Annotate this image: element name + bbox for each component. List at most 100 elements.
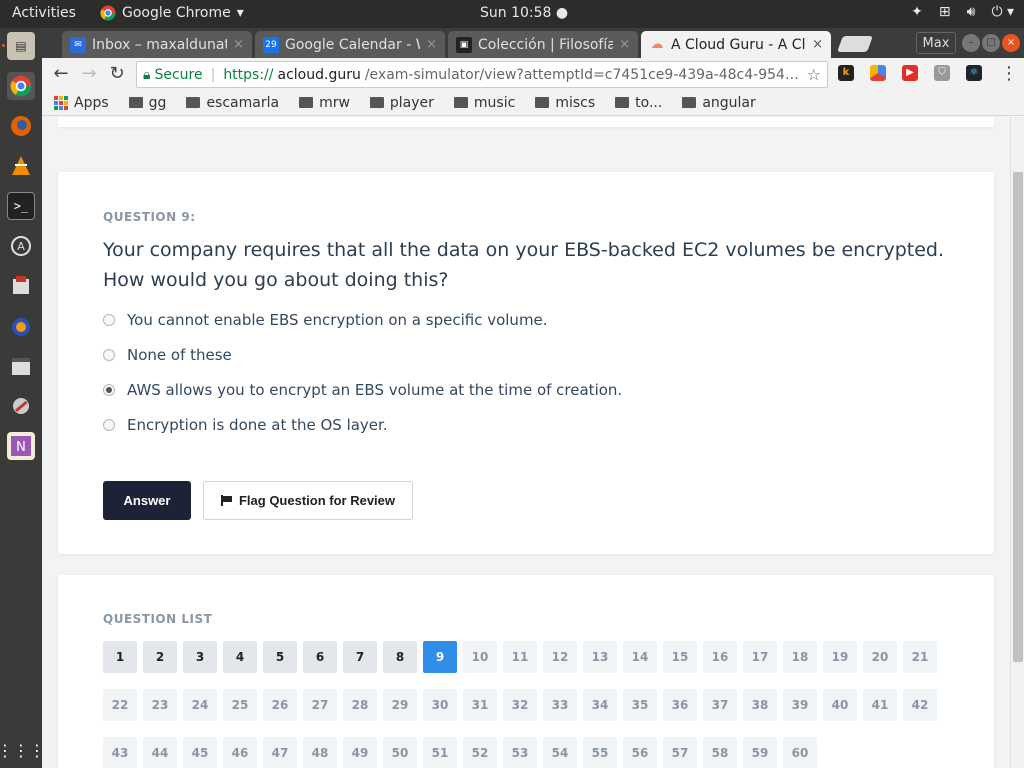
tab-inbox[interactable]: ✉ Inbox – maxaldunat ×: [62, 31, 252, 58]
question-number-button[interactable]: 52: [463, 737, 497, 768]
question-number-button[interactable]: 60: [783, 737, 817, 768]
bookmark-folder-gg[interactable]: gg: [128, 95, 166, 111]
video-editor-icon[interactable]: [7, 352, 35, 380]
question-number-button[interactable]: 42: [903, 689, 937, 721]
question-number-button[interactable]: 2: [143, 641, 177, 673]
bookmark-folder-mrw[interactable]: mrw: [299, 95, 350, 111]
address-bar[interactable]: 🔒︎ Secure | https://acloud.guru/exam-sim…: [136, 61, 828, 88]
close-tab-icon[interactable]: ×: [812, 37, 823, 52]
close-window-icon[interactable]: ×: [1002, 34, 1020, 52]
question-number-button[interactable]: 59: [743, 737, 777, 768]
question-number-button[interactable]: 53: [503, 737, 537, 768]
youtube-extension-icon[interactable]: ▶: [902, 65, 918, 81]
question-number-button[interactable]: 9: [423, 641, 457, 673]
question-number-button[interactable]: 30: [423, 689, 457, 721]
question-number-button[interactable]: 7: [343, 641, 377, 673]
radio-button-selected[interactable]: [103, 384, 115, 396]
bookmark-folder-music[interactable]: music: [453, 95, 515, 111]
answer-option[interactable]: You cannot enable EBS encryption on a sp…: [103, 309, 548, 331]
question-number-button[interactable]: 34: [583, 689, 617, 721]
question-number-button[interactable]: 56: [623, 737, 657, 768]
question-number-button[interactable]: 4: [223, 641, 257, 673]
flag-for-review-button[interactable]: Flag Question for Review: [203, 481, 413, 520]
answer-button[interactable]: Answer: [103, 481, 191, 520]
extension-k-icon[interactable]: k: [838, 65, 854, 81]
question-number-button[interactable]: 48: [303, 737, 337, 768]
forward-arrow-icon[interactable]: →: [78, 63, 100, 85]
tab-coleccion[interactable]: ▣ Colección | Filosofía ×: [448, 31, 638, 58]
question-number-button[interactable]: 44: [143, 737, 177, 768]
answer-option[interactable]: AWS allows you to encrypt an EBS volume …: [103, 379, 622, 401]
question-number-button[interactable]: 40: [823, 689, 857, 721]
tab-calendar[interactable]: 29 Google Calendar - W ×: [255, 31, 445, 58]
radio-button[interactable]: [103, 314, 115, 326]
vlc-icon[interactable]: [7, 152, 35, 180]
react-devtools-icon[interactable]: ⚛: [966, 65, 982, 81]
archive-icon[interactable]: [7, 272, 35, 300]
question-number-button[interactable]: 58: [703, 737, 737, 768]
question-number-button[interactable]: 15: [663, 641, 697, 673]
bookmark-folder-escamarla[interactable]: escamarla: [186, 95, 279, 111]
question-number-button[interactable]: 1: [103, 641, 137, 673]
question-number-button[interactable]: 51: [423, 737, 457, 768]
close-tab-icon[interactable]: ×: [233, 37, 244, 52]
question-number-button[interactable]: 14: [623, 641, 657, 673]
files-icon[interactable]: ▤: [7, 32, 35, 60]
chrome-menu-icon[interactable]: ⋮: [998, 63, 1020, 85]
question-number-button[interactable]: 37: [703, 689, 737, 721]
bookmark-folder-miscs[interactable]: miscs: [535, 95, 595, 111]
question-number-button[interactable]: 26: [263, 689, 297, 721]
maximize-icon[interactable]: □: [982, 34, 1000, 52]
terminal-icon[interactable]: >_: [7, 192, 35, 220]
volume-icon[interactable]: 🔊︎: [967, 4, 976, 20]
question-number-button[interactable]: 54: [543, 737, 577, 768]
bookmark-folder-angular[interactable]: angular: [682, 95, 756, 111]
minimize-icon[interactable]: –: [962, 34, 980, 52]
question-number-button[interactable]: 19: [823, 641, 857, 673]
question-number-button[interactable]: 23: [143, 689, 177, 721]
app-n-icon[interactable]: N: [7, 432, 35, 460]
question-number-button[interactable]: 16: [703, 641, 737, 673]
question-number-button[interactable]: 29: [383, 689, 417, 721]
question-number-button[interactable]: 6: [303, 641, 337, 673]
firefox-icon[interactable]: [7, 112, 35, 140]
question-number-button[interactable]: 13: [583, 641, 617, 673]
question-number-button[interactable]: 20: [863, 641, 897, 673]
page-scrollbar[interactable]: [1010, 117, 1024, 768]
question-number-button[interactable]: 31: [463, 689, 497, 721]
question-number-button[interactable]: 32: [503, 689, 537, 721]
profile-button[interactable]: Max: [916, 32, 956, 54]
question-number-button[interactable]: 18: [783, 641, 817, 673]
radio-button[interactable]: [103, 419, 115, 431]
back-arrow-icon[interactable]: ←: [50, 63, 72, 85]
bookmark-apps[interactable]: Apps: [54, 95, 109, 111]
question-number-button[interactable]: 12: [543, 641, 577, 673]
tab-acloudguru[interactable]: ☁ A Cloud Guru - A Clo ×: [641, 31, 831, 58]
question-number-button[interactable]: 46: [223, 737, 257, 768]
question-number-button[interactable]: 33: [543, 689, 577, 721]
question-number-button[interactable]: 17: [743, 641, 777, 673]
question-number-button[interactable]: 35: [623, 689, 657, 721]
question-number-button[interactable]: 21: [903, 641, 937, 673]
show-apps-grid-icon[interactable]: ⋮⋮⋮: [0, 736, 45, 764]
question-number-button[interactable]: 28: [343, 689, 377, 721]
question-number-button[interactable]: 55: [583, 737, 617, 768]
question-number-button[interactable]: 41: [863, 689, 897, 721]
question-number-button[interactable]: 47: [263, 737, 297, 768]
question-number-button[interactable]: 11: [503, 641, 537, 673]
question-number-button[interactable]: 50: [383, 737, 417, 768]
activities-button[interactable]: Activities: [12, 5, 76, 21]
app-menu[interactable]: Google Chrome ▾: [100, 5, 244, 21]
answer-option[interactable]: None of these: [103, 344, 232, 366]
close-tab-icon[interactable]: ×: [619, 37, 630, 52]
question-number-button[interactable]: 8: [383, 641, 417, 673]
question-number-button[interactable]: 39: [783, 689, 817, 721]
radio-button[interactable]: [103, 349, 115, 361]
question-number-button[interactable]: 3: [183, 641, 217, 673]
question-number-button[interactable]: 36: [663, 689, 697, 721]
shield-extension-icon[interactable]: ⛉: [934, 65, 950, 81]
question-number-button[interactable]: 24: [183, 689, 217, 721]
headphones-icon[interactable]: [7, 312, 35, 340]
question-number-button[interactable]: 25: [223, 689, 257, 721]
question-number-button[interactable]: 49: [343, 737, 377, 768]
